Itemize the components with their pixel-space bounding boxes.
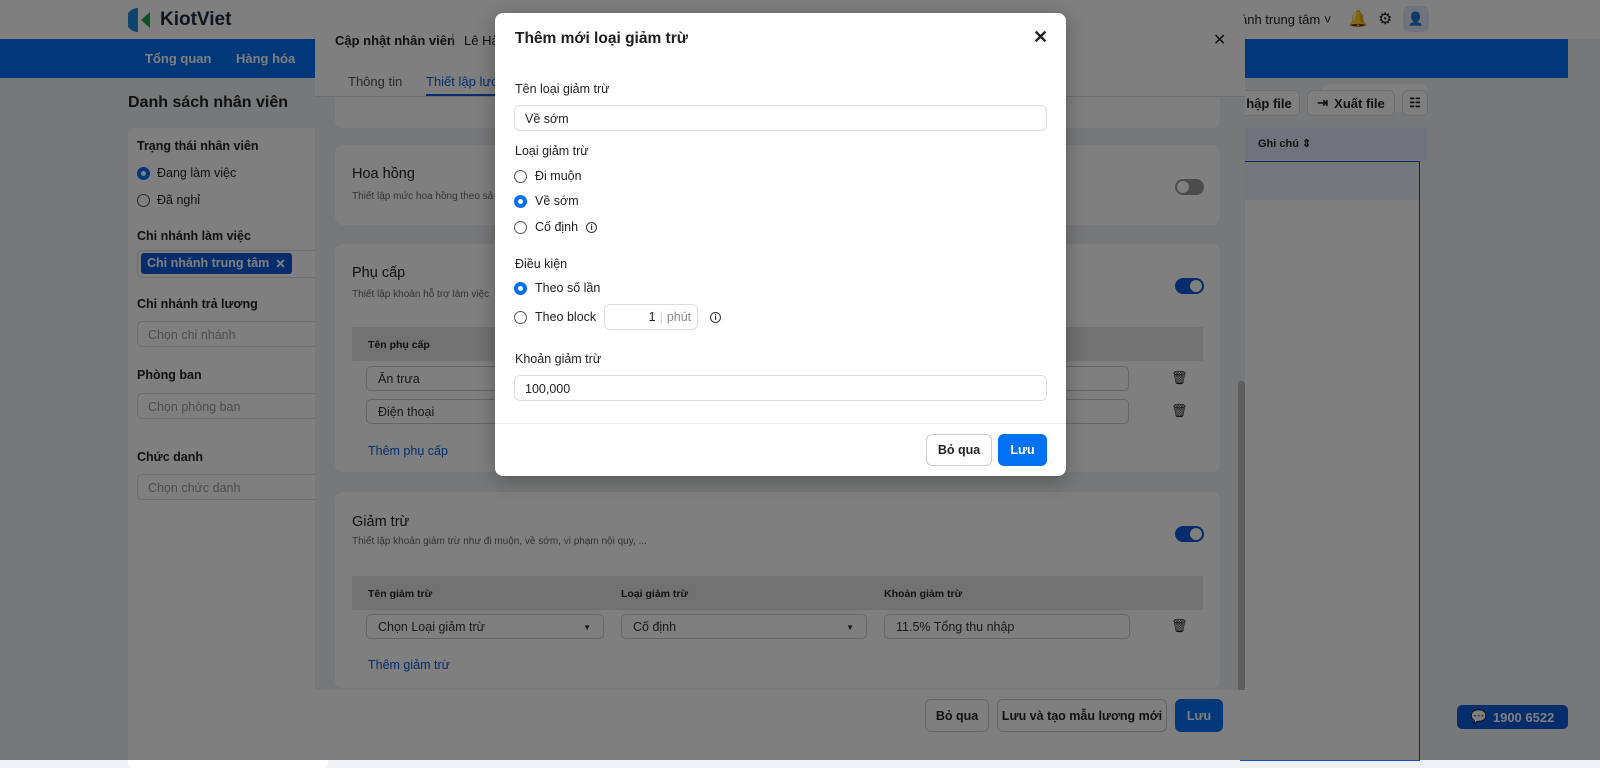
modal-save-button[interactable]: Lưu [998, 434, 1047, 466]
add-deduction-type-modal: Thêm mới loại giảm trừ ✕ Tên loại giảm t… [495, 13, 1066, 476]
condition-count-radio[interactable]: Theo số lần [514, 281, 600, 295]
divider [495, 423, 1066, 424]
info-icon[interactable]: i [586, 221, 598, 233]
type-late-radio[interactable]: Đi muộn [514, 169, 582, 183]
modal-cancel-button[interactable]: Bỏ qua [926, 434, 992, 466]
name-label: Tên loại giảm trừ [515, 82, 610, 96]
type-early-radio[interactable]: Về sớm [514, 194, 579, 208]
block-unit: phút [666, 310, 692, 324]
block-minutes-input[interactable]: 1 | phút [604, 304, 699, 330]
info-icon[interactable]: i [710, 311, 722, 323]
amount-label: Khoản giảm trừ [515, 352, 602, 366]
modal-title: Thêm mới loại giảm trừ [515, 30, 688, 47]
radio-label: Đi muộn [535, 169, 582, 183]
deduction-amount-input[interactable]: 100,000 [514, 375, 1047, 401]
close-icon[interactable]: ✕ [1033, 27, 1048, 48]
type-fixed-radio[interactable]: Cố định i [514, 220, 598, 234]
type-label: Loại giảm trừ [515, 144, 589, 158]
radio-label: Theo số lần [535, 281, 601, 295]
deduction-name-input[interactable]: Về sớm [514, 105, 1047, 131]
condition-block-radio[interactable]: Theo block 1 | phút i [514, 304, 722, 330]
radio-label: Theo block [535, 310, 597, 324]
radio-label: Cố định [535, 220, 579, 234]
radio-label: Về sớm [535, 194, 579, 208]
condition-label: Điều kiện [515, 257, 568, 271]
block-value: 1 [648, 310, 656, 324]
